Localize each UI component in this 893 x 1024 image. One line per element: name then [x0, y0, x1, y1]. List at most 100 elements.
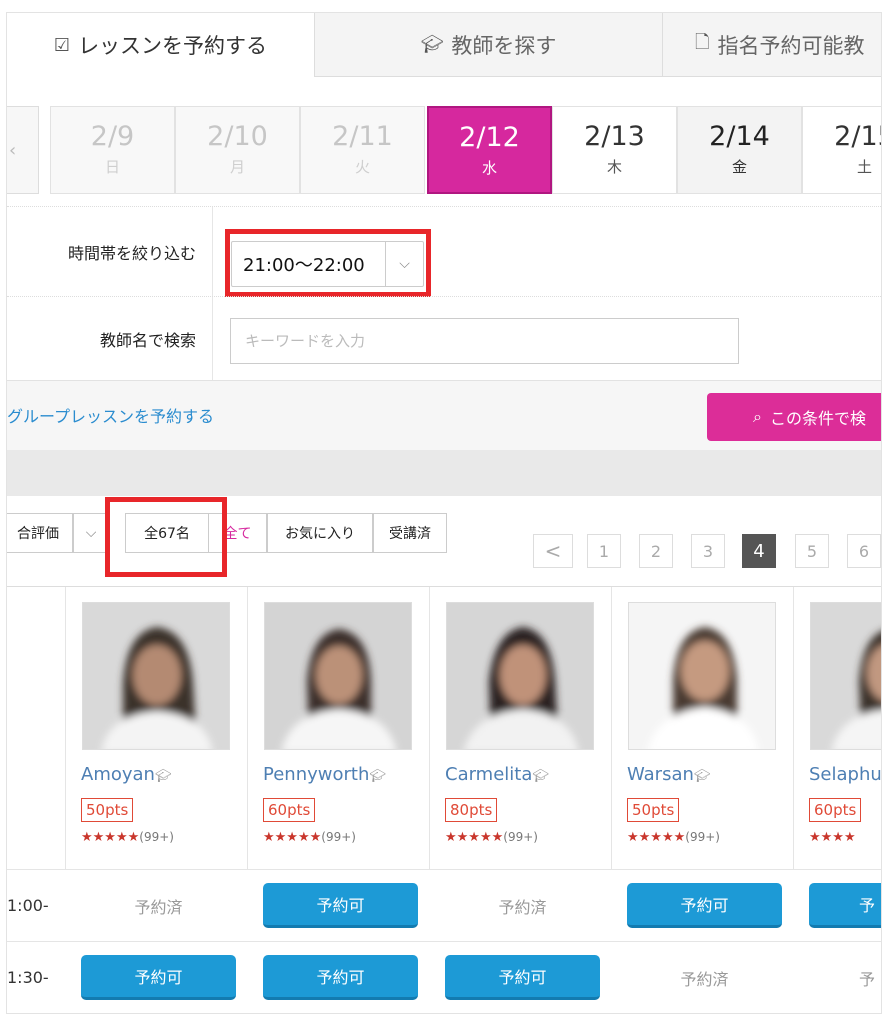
sort-rating-label: 合評価: [17, 526, 59, 542]
teacher-name[interactable]: Selaphu: [809, 764, 882, 785]
weekday-text: 火: [354, 158, 370, 176]
date-text: 2/10: [207, 121, 268, 152]
graduation-cap-icon: 🎓︎: [693, 769, 711, 784]
tab-find-teacher[interactable]: 🎓︎ 教師を探す: [315, 13, 663, 77]
points-badge: 60pts: [809, 798, 862, 822]
teacher-name[interactable]: Carmelita🎓︎: [445, 764, 549, 785]
teacher-card: Warsan🎓︎ 50pts ★★★★★(99+): [611, 587, 793, 869]
date-text: 2/13: [584, 121, 645, 152]
date-text: 2/15: [834, 121, 881, 152]
teacher-name[interactable]: Amoyan🎓︎: [81, 764, 171, 785]
page-3-button[interactable]: 3: [691, 534, 725, 568]
tab-label: レッスンを予約する: [78, 34, 268, 58]
points-badge: 60pts: [263, 798, 316, 822]
search-icon: ⌕: [753, 407, 762, 426]
teacher-photo[interactable]: [628, 602, 776, 750]
teacher-name[interactable]: Pennyworth🎓︎: [263, 764, 386, 785]
slot-book-button[interactable]: 予約可: [263, 955, 418, 1000]
points-badge: 80pts: [445, 798, 498, 822]
stars-text: ★★★★★: [445, 830, 504, 845]
highlight-box-time: [225, 229, 431, 297]
calendar-check-icon: ☑: [53, 34, 71, 56]
tab-reserve-lesson[interactable]: ☑ レッスンを予約する: [7, 13, 315, 77]
date-text: 2/9: [90, 121, 135, 152]
page-prev-button[interactable]: <: [533, 534, 573, 568]
rating-stars: ★★★★★(99+): [627, 830, 720, 845]
points-badge: 50pts: [81, 798, 134, 822]
date-2-15[interactable]: 2/15 土: [802, 106, 881, 194]
weekday-text: 金: [731, 158, 747, 176]
date-2-10[interactable]: 2/10 月: [175, 106, 300, 194]
review-count: (99+): [503, 830, 538, 844]
teacher-name-text: Selaphu: [809, 764, 882, 785]
teacher-card: Pennyworth🎓︎ 60pts ★★★★★(99+): [247, 587, 429, 869]
filter-taken-label: 受講済: [389, 526, 431, 542]
rating-stars: ★★★★★(99+): [445, 830, 538, 845]
weekday-text: 土: [856, 158, 872, 176]
rating-stars: ★★★★: [809, 830, 856, 845]
teacher-photo[interactable]: [810, 602, 881, 750]
filter-favorites-label: お気に入り: [285, 526, 355, 542]
page-1-button[interactable]: 1: [587, 534, 621, 568]
search-button-label: この条件で検: [769, 409, 866, 428]
teacher-name-text: Amoyan: [81, 764, 155, 785]
document-icon: 🗋: [695, 31, 710, 53]
date-2-12-selected[interactable]: 2/12 水: [427, 106, 552, 194]
teacher-photo[interactable]: [264, 602, 412, 750]
date-2-9[interactable]: 2/9 日: [50, 106, 175, 194]
teacher-name-text: Pennyworth: [263, 764, 370, 785]
rating-stars: ★★★★★(99+): [81, 830, 174, 845]
teacher-card: Carmelita🎓︎ 80pts ★★★★★(99+): [429, 587, 611, 869]
weekday-text: 木: [606, 158, 622, 176]
stars-text: ★★★★★: [81, 830, 140, 845]
slot-book-button[interactable]: 予約可: [263, 883, 418, 928]
date-2-13[interactable]: 2/13 木: [552, 106, 677, 194]
review-count: (99+): [321, 830, 356, 844]
tab-nominated[interactable]: 🗋 指名予約可能教: [663, 13, 881, 77]
slot-booked: 予約済: [134, 897, 183, 917]
sort-dropdown-chevron[interactable]: ⌵: [73, 513, 109, 553]
teacher-name-text: Carmelita: [445, 764, 533, 785]
row-divider: [7, 869, 881, 870]
slot-book-button[interactable]: 予約可: [445, 955, 600, 1000]
row-divider: [7, 941, 881, 942]
slot-book-button[interactable]: 予約可: [81, 955, 236, 1000]
teacher-name[interactable]: Warsan🎓︎: [627, 764, 710, 785]
weekday-text: 水: [481, 159, 497, 177]
slot-booked: 予: [859, 969, 876, 989]
graduation-cap-icon: 🎓︎: [532, 769, 549, 784]
teacher-card: Selaphu 60pts ★★★★: [793, 587, 882, 869]
time-filter-label: 時間帯を絞り込む: [7, 207, 213, 296]
page-2-button[interactable]: 2: [639, 534, 673, 568]
page-4-button-current[interactable]: 4: [742, 534, 776, 568]
group-lesson-link[interactable]: グループレッスンを予約する: [7, 403, 214, 427]
slot-book-button[interactable]: 予約可: [627, 883, 782, 928]
review-count: (99+): [139, 830, 174, 844]
teacher-card: Amoyan🎓︎ 50pts ★★★★★(99+): [65, 587, 247, 869]
date-text: 2/14: [709, 121, 770, 152]
action-bar: グループレッスンを予約する ⌕ この条件で検: [7, 380, 881, 450]
points-badge: 50pts: [627, 798, 680, 822]
teacher-photo[interactable]: [446, 602, 594, 750]
date-prev-button[interactable]: ‹: [7, 106, 39, 194]
reservation-page: ☑ レッスンを予約する 🎓︎ 教師を探す 🗋 指名予約可能教 ‹ 2/9 日 2…: [6, 12, 882, 1014]
teacher-photo[interactable]: [82, 602, 230, 750]
date-2-14[interactable]: 2/14 金: [677, 106, 802, 194]
time-filter-row: 時間帯を絞り込む: [7, 206, 881, 296]
page-5-button[interactable]: 5: [795, 534, 829, 568]
sort-rating-button[interactable]: 合評価: [7, 513, 73, 553]
page-6-button[interactable]: 6: [847, 534, 881, 568]
filter-taken-button[interactable]: 受講済: [373, 513, 447, 553]
teacher-search-input[interactable]: [230, 318, 739, 364]
weekday-text: 日: [104, 158, 120, 176]
divider-bar: [7, 450, 881, 496]
name-filter-label: 教師名で検索: [7, 297, 213, 380]
date-2-11[interactable]: 2/11 火: [300, 106, 425, 194]
tab-bar: ☑ レッスンを予約する 🎓︎ 教師を探す 🗋 指名予約可能教: [7, 13, 881, 77]
graduation-cap-icon: 🎓︎: [420, 34, 444, 55]
highlight-box-total: [105, 497, 227, 577]
filter-favorites-button[interactable]: お気に入り: [267, 513, 373, 553]
stars-text: ★★★★★: [263, 830, 322, 845]
search-button[interactable]: ⌕ この条件で検: [707, 393, 881, 441]
slot-book-button[interactable]: 予: [809, 883, 881, 928]
